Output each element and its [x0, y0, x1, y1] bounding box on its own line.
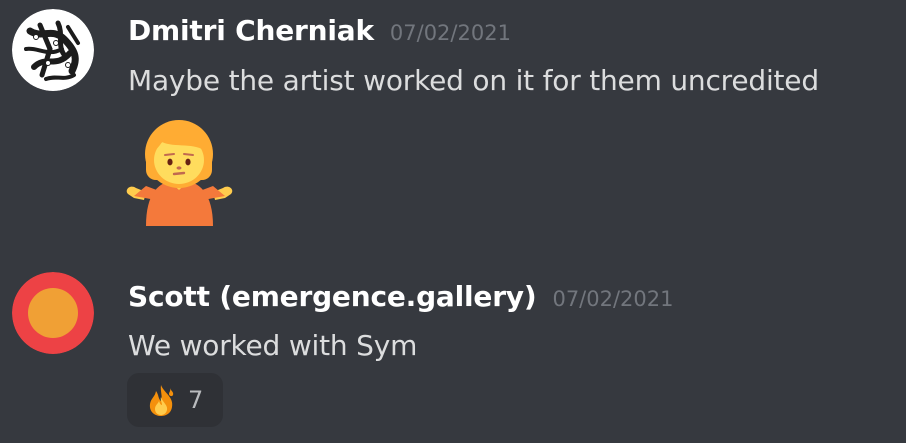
username[interactable]: Dmitri Cherniak: [128, 14, 374, 47]
timestamp: 07/02/2021: [552, 287, 674, 311]
message-text: We worked with Sym: [128, 329, 418, 362]
fire-reaction-button[interactable]: 7: [127, 373, 223, 427]
message-header: Scott (emergence.gallery) 07/02/2021: [128, 280, 674, 313]
username[interactable]: Scott (emergence.gallery): [128, 280, 537, 313]
message-header: Dmitri Cherniak 07/02/2021: [128, 14, 511, 47]
avatar[interactable]: [12, 9, 94, 91]
chat-messages: Dmitri Cherniak 07/02/2021 Maybe the art…: [0, 0, 906, 443]
timestamp: 07/02/2021: [389, 21, 511, 45]
message-item: Dmitri Cherniak 07/02/2021 Maybe the art…: [0, 0, 906, 240]
message-text: Maybe the artist worked on it for them u…: [128, 64, 819, 97]
reaction-count: 7: [188, 386, 204, 414]
message-item: Scott (emergence.gallery) 07/02/2021 We …: [0, 258, 906, 443]
abstract-pattern-avatar-icon: [12, 9, 94, 91]
fire-emoji-icon: [149, 385, 174, 416]
avatar[interactable]: [12, 272, 94, 354]
person-shrugging-emoji-icon: [122, 116, 237, 226]
orange-circle-avatar-icon: [12, 272, 94, 354]
